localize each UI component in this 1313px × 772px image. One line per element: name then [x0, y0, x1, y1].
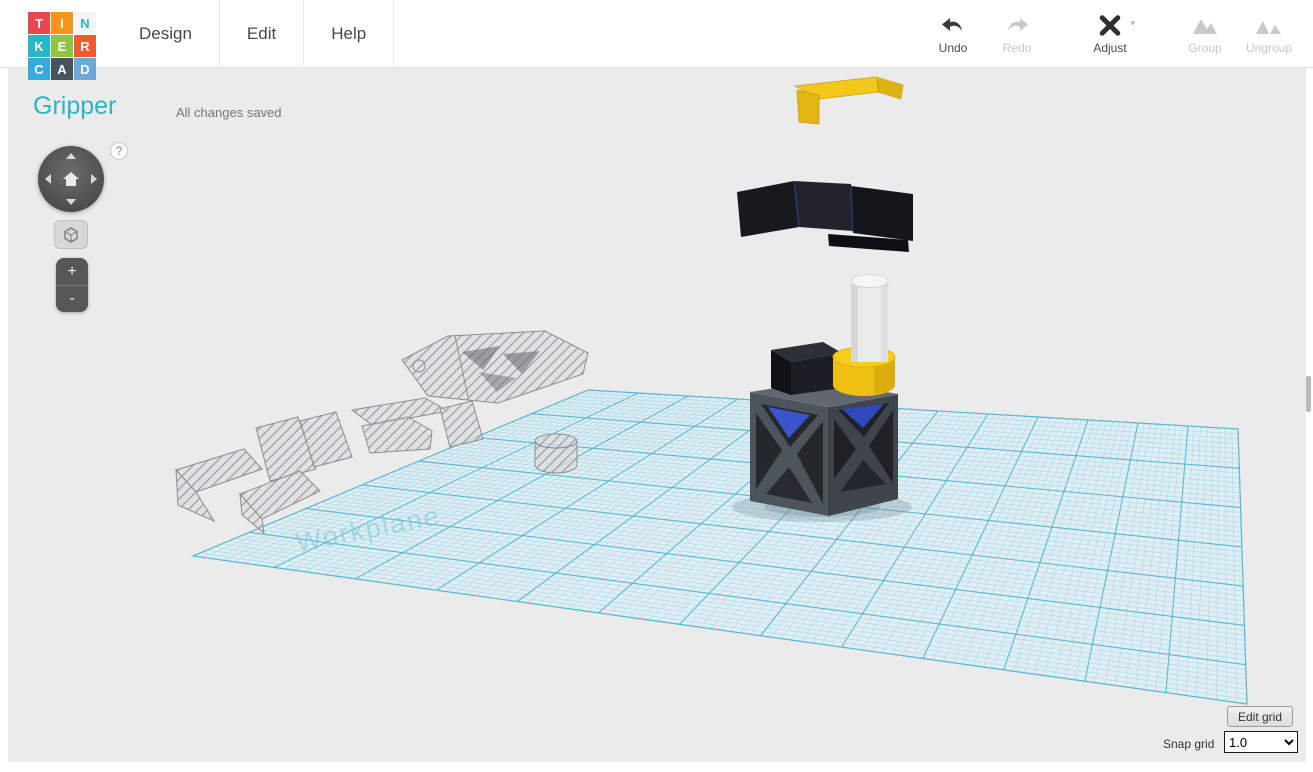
- logo-tile-c: C: [28, 58, 50, 80]
- design-title: Gripper: [33, 92, 116, 121]
- rotate-down-arrow[interactable]: [66, 199, 76, 205]
- adjust-icon: [1095, 14, 1125, 38]
- adjust-caret-icon: ▾: [1130, 18, 1135, 29]
- undo-button[interactable]: Undo: [921, 14, 985, 55]
- workplane[interactable]: Workplane: [193, 390, 1247, 704]
- rotate-right-arrow[interactable]: [91, 174, 97, 184]
- main-menu: Design Edit Help: [112, 0, 394, 68]
- edit-grid-button[interactable]: Edit grid: [1227, 706, 1293, 727]
- logo-tile-r: R: [74, 35, 96, 57]
- fit-view-button[interactable]: [54, 220, 88, 249]
- save-status: All changes saved: [176, 105, 282, 120]
- logo-tile-k: K: [28, 35, 50, 57]
- cube-icon: [63, 227, 79, 243]
- ungroup-icon: [1254, 14, 1284, 38]
- zoom-in-button[interactable]: +: [56, 258, 88, 285]
- undo-icon: [940, 14, 966, 38]
- home-view-icon[interactable]: [62, 171, 80, 187]
- action-toolbar: Undo Redo ▾ Adjust Group: [921, 14, 1301, 55]
- adjust-button[interactable]: ▾ Adjust: [1075, 14, 1145, 55]
- zoom-controls: + -: [56, 258, 88, 312]
- logo-tile-e: E: [51, 35, 73, 57]
- scrollbar-thumb[interactable]: [1306, 376, 1311, 412]
- menu-help[interactable]: Help: [304, 0, 394, 68]
- menu-edit[interactable]: Edit: [220, 0, 304, 68]
- logo-tile-d: D: [74, 58, 96, 80]
- group-icon: [1190, 14, 1220, 38]
- rotate-left-arrow[interactable]: [45, 174, 51, 184]
- redo-label: Redo: [1003, 41, 1032, 55]
- view-navigation-wheel[interactable]: [38, 146, 104, 212]
- piston-shaft[interactable]: [851, 275, 888, 363]
- redo-button[interactable]: Redo: [985, 14, 1049, 55]
- top-toolbar: T I N K E R C A D Design Edit Help Undo …: [0, 0, 1313, 68]
- yellow-arm[interactable]: [795, 77, 903, 124]
- snap-grid-label: Snap grid: [1163, 737, 1214, 751]
- logo-tile-a: A: [51, 58, 73, 80]
- snap-grid-select[interactable]: 1.0: [1224, 731, 1298, 753]
- adjust-label: Adjust: [1093, 41, 1126, 55]
- logo-tile-n: N: [74, 12, 96, 34]
- gripper-jaw-assembly[interactable]: [737, 181, 913, 252]
- zoom-out-button[interactable]: -: [56, 285, 88, 312]
- menu-design[interactable]: Design: [112, 0, 220, 68]
- group-button[interactable]: Group: [1173, 14, 1237, 55]
- group-label: Group: [1188, 41, 1221, 55]
- redo-icon: [1004, 14, 1030, 38]
- undo-label: Undo: [939, 41, 968, 55]
- tinkercad-logo[interactable]: T I N K E R C A D: [28, 12, 96, 80]
- lattice-base-box[interactable]: [732, 381, 912, 522]
- logo-tile-i: I: [51, 12, 73, 34]
- logo-tile-t: T: [28, 12, 50, 34]
- rotate-up-arrow[interactable]: [66, 153, 76, 159]
- ungroup-button[interactable]: Ungroup: [1237, 14, 1301, 55]
- ungroup-label: Ungroup: [1246, 41, 1292, 55]
- motor-block[interactable]: [771, 342, 842, 395]
- help-badge[interactable]: ?: [110, 142, 128, 160]
